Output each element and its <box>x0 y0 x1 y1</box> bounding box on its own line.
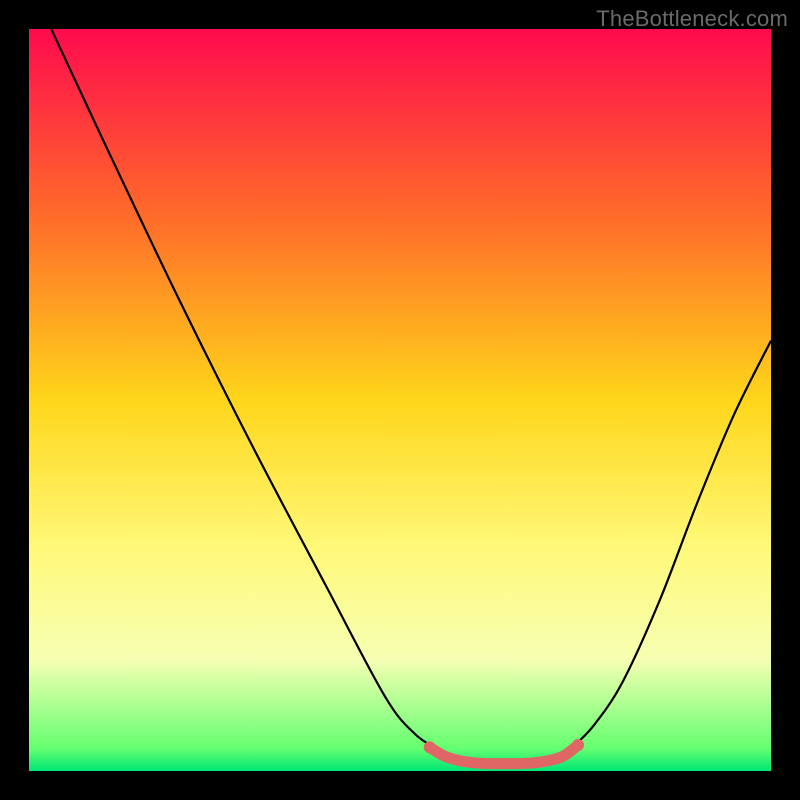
marker-dot-left <box>424 741 436 753</box>
watermark-text: TheBottleneck.com <box>596 6 788 32</box>
marker-dot-right <box>572 739 584 751</box>
chart-frame: TheBottleneck.com <box>0 0 800 800</box>
gradient-background <box>29 29 771 771</box>
plot-area <box>29 29 771 771</box>
chart-svg <box>29 29 771 771</box>
